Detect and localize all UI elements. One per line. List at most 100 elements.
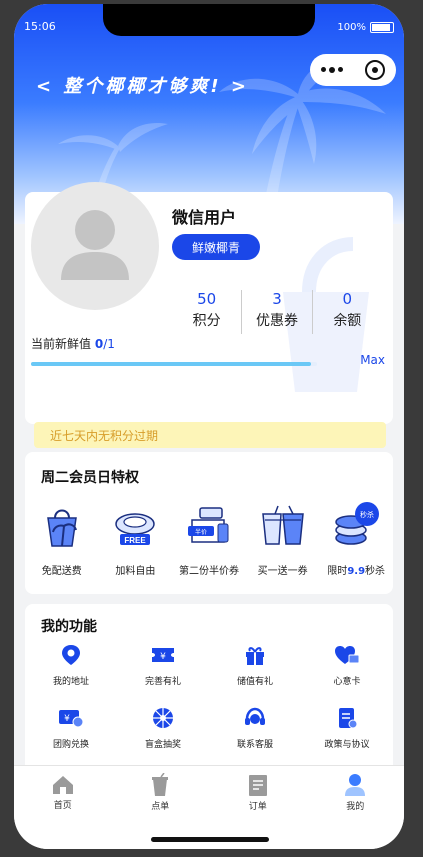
tab-label: 订单 (248, 801, 267, 812)
flash-sale-suffix: 秒杀 (365, 566, 386, 577)
stat-balance[interactable]: 0 余额 (311, 290, 382, 334)
privilege-buy-one-get-one[interactable]: 买一送一券 (246, 500, 320, 577)
battery-percent: 100% (337, 22, 366, 33)
features-title: 我的功能 (41, 619, 97, 635)
avatar[interactable] (31, 182, 159, 310)
freshness-row: 当前新鲜值 0/1 (31, 335, 115, 352)
document-icon (339, 708, 358, 729)
ticket-icon: ¥ (152, 648, 174, 662)
bottom-tab-bar: 首页 点单 订单 我的 (14, 765, 404, 849)
feature-stored-value[interactable]: 储值有礼 (209, 642, 301, 687)
feature-label: 心意卡 (333, 677, 361, 687)
location-pin-icon (62, 645, 80, 665)
half-price-icon: 半价 (187, 507, 229, 543)
feature-my-address[interactable]: 我的地址 (25, 642, 117, 687)
flash-sale-price: 9.9 (347, 566, 366, 577)
feature-customer-service[interactable]: 联系客服 (209, 705, 301, 750)
tab-label: 我的 (346, 801, 365, 812)
freshness-label: 当前新鲜值 (31, 337, 92, 351)
user-placeholder-icon (61, 210, 129, 280)
miniprogram-capsule (310, 54, 396, 86)
points-value: 50 (197, 290, 217, 308)
privilege-label: 免配送费 (41, 566, 82, 577)
member-day-privileges: 周二会员日特权 免配送费 FREE 加料自由 半价 第二份半价券 买一送一券 秒… (25, 452, 393, 594)
tab-me[interactable]: 我的 (307, 766, 405, 818)
feature-group-buy-redeem[interactable]: ¥ 团购兑换 (25, 705, 117, 750)
coupons-label: 优惠券 (255, 313, 298, 329)
heart-card-icon (335, 646, 360, 664)
feature-label: 完善有礼 (144, 677, 181, 687)
status-time: 15:06 (24, 20, 56, 33)
feature-blind-box-lottery[interactable]: 盲盒抽奖 (117, 705, 209, 750)
slogan: < 整个椰椰才够爽! > (36, 76, 249, 97)
feature-label: 我的地址 (52, 677, 89, 687)
feature-label: 政策与协议 (324, 740, 370, 750)
flash-sale-prefix: 限时 (327, 566, 348, 577)
status-battery: 100% (337, 22, 394, 33)
feature-complete-profile[interactable]: ¥ 完善有礼 (117, 642, 209, 687)
home-indicator[interactable] (151, 837, 269, 842)
tab-label: 点单 (151, 801, 170, 812)
home-icon (52, 775, 73, 794)
nickname: 微信用户 (172, 208, 237, 227)
account-stats: 50 积分 3 优惠券 0 余额 (172, 290, 382, 334)
my-features-card: 我的功能 我的地址 ¥ 完善有礼 储值有礼 心意卡 ¥ 团购兑换 盲盒抽奖 联系… (25, 604, 393, 779)
tab-label: 首页 (53, 800, 72, 811)
feature-label: 团购兑换 (52, 740, 89, 750)
freshness-value: 0 (94, 337, 104, 351)
balance-value: 0 (342, 290, 353, 308)
points-label: 积分 (192, 313, 221, 329)
coupons-value: 3 (272, 290, 282, 308)
tab-order-drinks[interactable]: 点单 (112, 766, 210, 818)
feature-label: 储值有礼 (236, 677, 273, 687)
privilege-label: 限时9.9秒杀 (319, 562, 393, 577)
feature-label: 联系客服 (236, 740, 273, 750)
freshness-total: /1 (103, 337, 115, 351)
feature-policy-agreement[interactable]: 政策与协议 (301, 705, 393, 750)
order-icon (248, 774, 267, 796)
more-menu-icon[interactable] (321, 66, 343, 73)
member-level-button[interactable]: 鲜嫩椰青 (172, 234, 260, 260)
shopping-bag-icon (46, 509, 77, 547)
max-label: Max (360, 353, 385, 367)
svg-text:半价: 半价 (195, 528, 207, 536)
privilege-label: 加料自由 (115, 566, 156, 577)
drink-cup-icon (152, 772, 169, 796)
tab-orders[interactable]: 订单 (209, 766, 307, 818)
svg-text:秒杀: 秒杀 (360, 510, 374, 519)
privilege-second-half-price[interactable]: 半价 第二份半价券 (172, 500, 246, 577)
profile-card: 微信用户 鲜嫩椰青 50 积分 3 优惠券 0 余额 当前新鲜值 0/1 Max (25, 182, 393, 424)
tab-home[interactable]: 首页 (14, 766, 112, 818)
privilege-label: 买一送一券 (257, 566, 308, 577)
stat-points[interactable]: 50 积分 (172, 290, 241, 334)
gift-icon (246, 647, 264, 665)
feature-label: 盲盒抽奖 (144, 740, 181, 750)
headset-icon (245, 707, 265, 725)
privilege-free-delivery[interactable]: 免配送费 (25, 500, 99, 577)
svg-text:¥: ¥ (160, 652, 166, 662)
privileges-title: 周二会员日特权 (41, 470, 139, 486)
freshness-progress-fill (31, 362, 312, 366)
battery-icon (370, 22, 394, 33)
privilege-free-toppings[interactable]: FREE 加料自由 (99, 500, 173, 577)
features-grid: 我的地址 ¥ 完善有礼 储值有礼 心意卡 ¥ 团购兑换 盲盒抽奖 联系客服 政策… (25, 642, 393, 750)
user-icon (345, 773, 366, 796)
balance-label: 余额 (333, 313, 362, 329)
freshness-progress-bar (31, 362, 317, 366)
flash-sale-icon: 秒杀 (335, 502, 380, 545)
points-expiry-notice: 近七天内无积分过期 (34, 422, 386, 448)
privileges-list: 免配送费 FREE 加料自由 半价 第二份半价券 买一送一券 秒杀 限时9.9秒… (25, 500, 393, 577)
privilege-label: 第二份半价券 (178, 566, 239, 577)
stat-coupons[interactable]: 3 优惠券 (241, 290, 311, 334)
lottery-wheel-icon (153, 708, 173, 728)
svg-text:FREE: FREE (125, 536, 147, 545)
close-miniprogram-icon[interactable] (365, 60, 385, 80)
exchange-voucher-icon: ¥ (59, 710, 84, 728)
bogo-cups-icon (261, 505, 304, 545)
svg-text:¥: ¥ (64, 714, 70, 724)
privilege-flash-sale[interactable]: 秒杀 限时9.9秒杀 (319, 500, 393, 577)
free-coconut-icon: FREE (115, 513, 156, 545)
device-notch (103, 4, 315, 36)
phone-screen: 15:06 100% < 整个椰椰才够爽! > 微信用户 鲜嫩椰青 50 积分 … (14, 4, 404, 849)
feature-gift-card[interactable]: 心意卡 (301, 642, 393, 687)
